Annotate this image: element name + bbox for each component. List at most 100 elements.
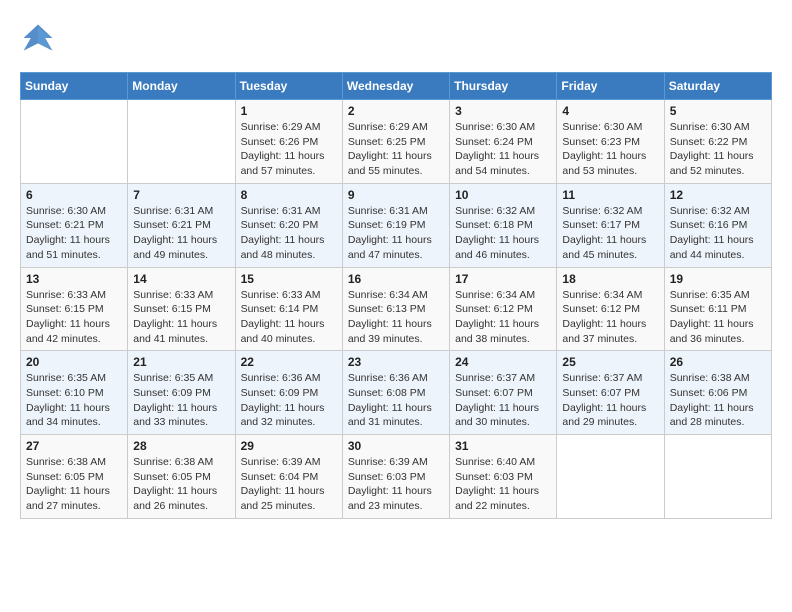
logo-icon	[20, 20, 56, 56]
calendar-header-thursday: Thursday	[450, 73, 557, 100]
day-info: Sunrise: 6:38 AMSunset: 6:05 PMDaylight:…	[133, 455, 229, 514]
day-info: Sunrise: 6:34 AMSunset: 6:13 PMDaylight:…	[348, 288, 444, 347]
day-number: 30	[348, 439, 444, 453]
calendar-cell	[128, 100, 235, 184]
day-info: Sunrise: 6:36 AMSunset: 6:08 PMDaylight:…	[348, 371, 444, 430]
calendar-cell: 14 Sunrise: 6:33 AMSunset: 6:15 PMDaylig…	[128, 267, 235, 351]
day-number: 6	[26, 188, 122, 202]
calendar-cell: 20 Sunrise: 6:35 AMSunset: 6:10 PMDaylig…	[21, 351, 128, 435]
day-info: Sunrise: 6:29 AMSunset: 6:25 PMDaylight:…	[348, 120, 444, 179]
calendar-cell: 26 Sunrise: 6:38 AMSunset: 6:06 PMDaylig…	[664, 351, 771, 435]
calendar-week-row: 20 Sunrise: 6:35 AMSunset: 6:10 PMDaylig…	[21, 351, 772, 435]
calendar-week-row: 13 Sunrise: 6:33 AMSunset: 6:15 PMDaylig…	[21, 267, 772, 351]
day-number: 16	[348, 272, 444, 286]
calendar-header-row: SundayMondayTuesdayWednesdayThursdayFrid…	[21, 73, 772, 100]
day-info: Sunrise: 6:40 AMSunset: 6:03 PMDaylight:…	[455, 455, 551, 514]
calendar-cell: 31 Sunrise: 6:40 AMSunset: 6:03 PMDaylig…	[450, 435, 557, 519]
day-info: Sunrise: 6:33 AMSunset: 6:14 PMDaylight:…	[241, 288, 337, 347]
calendar-cell: 13 Sunrise: 6:33 AMSunset: 6:15 PMDaylig…	[21, 267, 128, 351]
day-info: Sunrise: 6:31 AMSunset: 6:19 PMDaylight:…	[348, 204, 444, 263]
day-number: 14	[133, 272, 229, 286]
day-number: 4	[562, 104, 658, 118]
day-info: Sunrise: 6:38 AMSunset: 6:05 PMDaylight:…	[26, 455, 122, 514]
day-info: Sunrise: 6:34 AMSunset: 6:12 PMDaylight:…	[562, 288, 658, 347]
calendar-cell: 8 Sunrise: 6:31 AMSunset: 6:20 PMDayligh…	[235, 183, 342, 267]
calendar-week-row: 6 Sunrise: 6:30 AMSunset: 6:21 PMDayligh…	[21, 183, 772, 267]
day-info: Sunrise: 6:35 AMSunset: 6:10 PMDaylight:…	[26, 371, 122, 430]
day-number: 18	[562, 272, 658, 286]
day-number: 11	[562, 188, 658, 202]
day-number: 21	[133, 355, 229, 369]
calendar-header-friday: Friday	[557, 73, 664, 100]
calendar-header-monday: Monday	[128, 73, 235, 100]
calendar-cell: 15 Sunrise: 6:33 AMSunset: 6:14 PMDaylig…	[235, 267, 342, 351]
calendar-week-row: 1 Sunrise: 6:29 AMSunset: 6:26 PMDayligh…	[21, 100, 772, 184]
day-info: Sunrise: 6:35 AMSunset: 6:11 PMDaylight:…	[670, 288, 766, 347]
day-number: 3	[455, 104, 551, 118]
calendar-cell: 29 Sunrise: 6:39 AMSunset: 6:04 PMDaylig…	[235, 435, 342, 519]
day-number: 24	[455, 355, 551, 369]
day-number: 13	[26, 272, 122, 286]
day-info: Sunrise: 6:31 AMSunset: 6:21 PMDaylight:…	[133, 204, 229, 263]
day-info: Sunrise: 6:32 AMSunset: 6:18 PMDaylight:…	[455, 204, 551, 263]
day-info: Sunrise: 6:30 AMSunset: 6:21 PMDaylight:…	[26, 204, 122, 263]
calendar-header-wednesday: Wednesday	[342, 73, 449, 100]
day-info: Sunrise: 6:33 AMSunset: 6:15 PMDaylight:…	[26, 288, 122, 347]
calendar-header-tuesday: Tuesday	[235, 73, 342, 100]
calendar-cell: 21 Sunrise: 6:35 AMSunset: 6:09 PMDaylig…	[128, 351, 235, 435]
day-number: 8	[241, 188, 337, 202]
calendar-cell: 2 Sunrise: 6:29 AMSunset: 6:25 PMDayligh…	[342, 100, 449, 184]
calendar-cell: 6 Sunrise: 6:30 AMSunset: 6:21 PMDayligh…	[21, 183, 128, 267]
calendar-header-saturday: Saturday	[664, 73, 771, 100]
logo	[20, 20, 60, 56]
calendar-cell: 9 Sunrise: 6:31 AMSunset: 6:19 PMDayligh…	[342, 183, 449, 267]
day-info: Sunrise: 6:30 AMSunset: 6:22 PMDaylight:…	[670, 120, 766, 179]
day-number: 9	[348, 188, 444, 202]
day-number: 5	[670, 104, 766, 118]
day-number: 31	[455, 439, 551, 453]
day-info: Sunrise: 6:32 AMSunset: 6:17 PMDaylight:…	[562, 204, 658, 263]
day-number: 23	[348, 355, 444, 369]
day-number: 22	[241, 355, 337, 369]
day-number: 7	[133, 188, 229, 202]
day-info: Sunrise: 6:31 AMSunset: 6:20 PMDaylight:…	[241, 204, 337, 263]
day-number: 27	[26, 439, 122, 453]
calendar-header-sunday: Sunday	[21, 73, 128, 100]
day-info: Sunrise: 6:29 AMSunset: 6:26 PMDaylight:…	[241, 120, 337, 179]
calendar-cell: 28 Sunrise: 6:38 AMSunset: 6:05 PMDaylig…	[128, 435, 235, 519]
day-info: Sunrise: 6:39 AMSunset: 6:03 PMDaylight:…	[348, 455, 444, 514]
day-number: 19	[670, 272, 766, 286]
day-info: Sunrise: 6:37 AMSunset: 6:07 PMDaylight:…	[562, 371, 658, 430]
day-number: 17	[455, 272, 551, 286]
day-number: 12	[670, 188, 766, 202]
day-info: Sunrise: 6:39 AMSunset: 6:04 PMDaylight:…	[241, 455, 337, 514]
day-number: 1	[241, 104, 337, 118]
day-number: 20	[26, 355, 122, 369]
day-info: Sunrise: 6:32 AMSunset: 6:16 PMDaylight:…	[670, 204, 766, 263]
day-info: Sunrise: 6:36 AMSunset: 6:09 PMDaylight:…	[241, 371, 337, 430]
day-number: 29	[241, 439, 337, 453]
day-info: Sunrise: 6:37 AMSunset: 6:07 PMDaylight:…	[455, 371, 551, 430]
day-info: Sunrise: 6:30 AMSunset: 6:23 PMDaylight:…	[562, 120, 658, 179]
calendar-cell: 4 Sunrise: 6:30 AMSunset: 6:23 PMDayligh…	[557, 100, 664, 184]
day-number: 10	[455, 188, 551, 202]
day-info: Sunrise: 6:33 AMSunset: 6:15 PMDaylight:…	[133, 288, 229, 347]
calendar-cell: 7 Sunrise: 6:31 AMSunset: 6:21 PMDayligh…	[128, 183, 235, 267]
calendar-cell: 27 Sunrise: 6:38 AMSunset: 6:05 PMDaylig…	[21, 435, 128, 519]
day-number: 25	[562, 355, 658, 369]
calendar-cell: 25 Sunrise: 6:37 AMSunset: 6:07 PMDaylig…	[557, 351, 664, 435]
calendar-cell	[664, 435, 771, 519]
calendar-cell: 16 Sunrise: 6:34 AMSunset: 6:13 PMDaylig…	[342, 267, 449, 351]
day-number: 26	[670, 355, 766, 369]
calendar-cell: 24 Sunrise: 6:37 AMSunset: 6:07 PMDaylig…	[450, 351, 557, 435]
calendar-cell: 30 Sunrise: 6:39 AMSunset: 6:03 PMDaylig…	[342, 435, 449, 519]
calendar-cell: 11 Sunrise: 6:32 AMSunset: 6:17 PMDaylig…	[557, 183, 664, 267]
calendar-cell: 3 Sunrise: 6:30 AMSunset: 6:24 PMDayligh…	[450, 100, 557, 184]
calendar-cell: 17 Sunrise: 6:34 AMSunset: 6:12 PMDaylig…	[450, 267, 557, 351]
day-info: Sunrise: 6:30 AMSunset: 6:24 PMDaylight:…	[455, 120, 551, 179]
calendar-cell: 12 Sunrise: 6:32 AMSunset: 6:16 PMDaylig…	[664, 183, 771, 267]
calendar-cell: 1 Sunrise: 6:29 AMSunset: 6:26 PMDayligh…	[235, 100, 342, 184]
day-info: Sunrise: 6:34 AMSunset: 6:12 PMDaylight:…	[455, 288, 551, 347]
day-info: Sunrise: 6:35 AMSunset: 6:09 PMDaylight:…	[133, 371, 229, 430]
page-header	[20, 20, 772, 56]
